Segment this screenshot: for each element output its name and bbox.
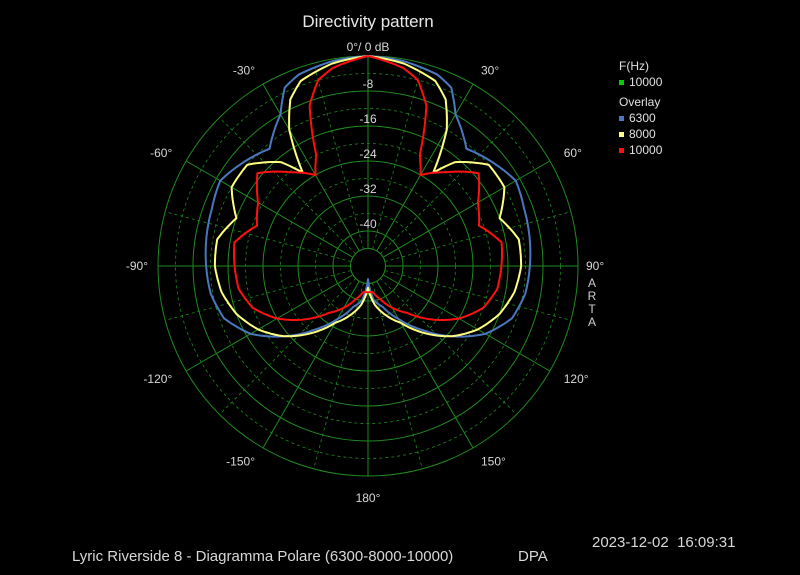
legend-entry-8000: 8000: [619, 126, 662, 142]
legend: F(Hz) 10000 Overlay 6300 8000 10000: [619, 58, 662, 158]
angle-label: 120°: [564, 372, 589, 386]
arta-letter-3: A: [587, 315, 596, 329]
radial-tick-label: -16: [359, 112, 377, 126]
radial-tick-label: -40: [359, 217, 377, 231]
grid-spoke: [219, 278, 356, 415]
angle-label: -60°: [150, 146, 172, 160]
angle-label: 180°: [356, 491, 381, 505]
angle-label: 150°: [481, 455, 506, 469]
radial-tick-label: 0°/ 0 dB: [347, 40, 390, 54]
grid-spoke: [380, 278, 517, 415]
angle-label: -90°: [126, 259, 148, 273]
angle-label: -30°: [233, 63, 255, 77]
polar-plot: 0°/ 0 dB -8 -16 -24 -32 -40 -30° 30° -60° 60° -90°…: [126, 40, 605, 505]
angle-label: -150°: [226, 455, 255, 469]
angle-label: 30°: [481, 63, 499, 77]
legend-label-10000: 10000: [629, 143, 663, 157]
legend-freq-label: 10000: [629, 75, 663, 89]
radial-tick-label: -8: [363, 77, 374, 91]
angle-label: 90°: [586, 259, 604, 273]
footer-brand: DPA: [518, 548, 548, 565]
legend-overlay-header: Overlay: [619, 95, 661, 109]
angle-label: -120°: [143, 372, 172, 386]
legend-freq-swatch: [619, 79, 624, 85]
arta-side-label: ARTA: [586, 277, 598, 329]
timestamp: 2023-12-02 16:09:31: [592, 534, 736, 551]
grid-spoke: [219, 117, 356, 254]
legend-swatch-10000: [619, 147, 624, 153]
grid-spoke: [380, 117, 517, 254]
chart-title: Directivity pattern: [302, 12, 434, 31]
radial-tick-label: -24: [359, 147, 377, 161]
radial-tick-label: -32: [359, 182, 377, 196]
legend-entry-10000: 10000: [619, 142, 662, 158]
legend-swatch-6300: [619, 115, 624, 121]
legend-label-6300: 6300: [629, 111, 656, 125]
legend-label-8000: 8000: [629, 127, 656, 141]
legend-swatch-8000: [619, 131, 624, 137]
angle-label: 60°: [564, 146, 582, 160]
footer-caption: Lyric Riverside 8 - Diagramma Polare (63…: [72, 548, 454, 565]
legend-freq-header: F(Hz): [619, 59, 649, 73]
legend-freq-entry: 10000: [619, 74, 662, 90]
legend-entry-6300: 6300: [619, 110, 662, 126]
